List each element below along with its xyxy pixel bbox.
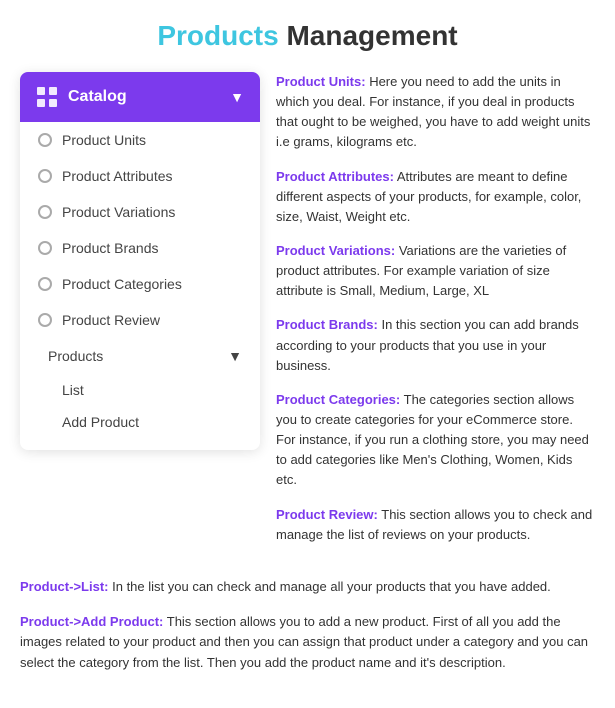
sidebar-item-product-brands[interactable]: Product Brands — [20, 230, 260, 266]
sidebar-products-label: Products — [48, 348, 103, 364]
desc-product-variations: Product Variations: Variations are the v… — [276, 241, 595, 301]
desc-label-product-attributes: Product Attributes: — [276, 169, 394, 184]
radio-dot-product-categories — [38, 277, 52, 291]
desc-product-review: Product Review: This section allows you … — [276, 505, 595, 545]
desc-label-product-variations: Product Variations: — [276, 243, 395, 258]
sidebar-item-label-product-units: Product Units — [62, 132, 146, 148]
sidebar-products-left: Products — [38, 348, 103, 364]
products-chevron-icon: ▼ — [228, 348, 242, 364]
description-panel: Product Units: Here you need to add the … — [276, 72, 595, 559]
radio-dot-product-units — [38, 133, 52, 147]
sidebar-sub-add-product[interactable]: Add Product — [20, 406, 260, 438]
bottom-product-list: Product->List: In the list you can check… — [20, 577, 595, 598]
desc-label-product-categories: Product Categories: — [276, 392, 400, 407]
title-rest: Management — [279, 20, 458, 51]
sidebar-sub-list[interactable]: List — [20, 374, 260, 406]
bottom-label-product-list: Product->List: — [20, 579, 108, 594]
sidebar-item-products[interactable]: Products ▼ — [20, 338, 260, 374]
sidebar-item-product-review[interactable]: Product Review — [20, 302, 260, 338]
desc-label-product-brands: Product Brands: — [276, 317, 378, 332]
radio-dot-product-attributes — [38, 169, 52, 183]
catalog-icon — [36, 86, 58, 108]
sidebar-item-label-product-brands: Product Brands — [62, 240, 159, 256]
radio-dot-product-variations — [38, 205, 52, 219]
desc-product-attributes: Product Attributes: Attributes are meant… — [276, 167, 595, 227]
radio-dot-product-brands — [38, 241, 52, 255]
bottom-text-product-list: In the list you can check and manage all… — [112, 579, 551, 594]
sidebar-item-label-product-variations: Product Variations — [62, 204, 175, 220]
sidebar-item-label-product-review: Product Review — [62, 312, 160, 328]
sidebar-item-label-product-categories: Product Categories — [62, 276, 182, 292]
desc-product-units: Product Units: Here you need to add the … — [276, 72, 595, 153]
catalog-label: Catalog — [68, 88, 127, 106]
catalog-header[interactable]: Catalog ▼ — [20, 72, 260, 122]
desc-product-categories: Product Categories: The categories secti… — [276, 390, 595, 491]
desc-label-product-review: Product Review: — [276, 507, 378, 522]
title-highlight: Products — [157, 20, 278, 51]
desc-label-product-units: Product Units: — [276, 74, 366, 89]
sidebar-item-product-variations[interactable]: Product Variations — [20, 194, 260, 230]
sidebar-item-label-product-attributes: Product Attributes — [62, 168, 173, 184]
sidebar-sub-add-product-label: Add Product — [62, 414, 139, 430]
bottom-label-product-add: Product->Add Product: — [20, 614, 163, 629]
sidebar-sub-list-label: List — [62, 382, 84, 398]
bottom-product-add: Product->Add Product: This section allow… — [20, 612, 595, 674]
sidebar-item-product-categories[interactable]: Product Categories — [20, 266, 260, 302]
sidebar-item-product-units[interactable]: Product Units — [20, 122, 260, 158]
sidebar-item-product-attributes[interactable]: Product Attributes — [20, 158, 260, 194]
catalog-header-left: Catalog — [36, 86, 127, 108]
bottom-section: Product->List: In the list you can check… — [20, 577, 595, 674]
page-title: Products Management — [20, 20, 595, 52]
desc-product-brands: Product Brands: In this section you can … — [276, 315, 595, 375]
main-content: Catalog ▼ Product Units Product Attribut… — [20, 72, 595, 559]
radio-dot-product-review — [38, 313, 52, 327]
chevron-down-icon: ▼ — [230, 89, 244, 105]
sidebar: Catalog ▼ Product Units Product Attribut… — [20, 72, 260, 450]
